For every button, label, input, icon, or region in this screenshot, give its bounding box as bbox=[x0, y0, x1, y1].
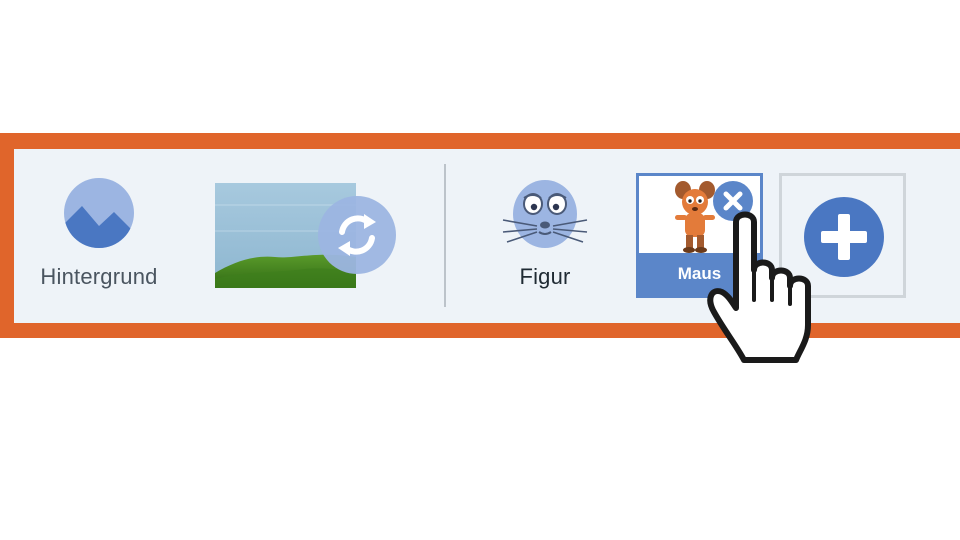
toolbar-divider bbox=[444, 164, 446, 307]
mouse-face-icon bbox=[502, 180, 588, 248]
refresh-background-button[interactable] bbox=[318, 196, 396, 274]
background-tool-label: Hintergrund bbox=[40, 264, 158, 289]
hand-pointer-icon bbox=[707, 211, 811, 363]
stage: Hintergrund Figur Maus bbox=[0, 0, 960, 540]
background-tool-button[interactable]: Hintergrund bbox=[30, 176, 168, 296]
landscape-icon bbox=[64, 178, 134, 248]
figure-tool-label: Figur bbox=[519, 264, 571, 289]
figure-tool-button[interactable]: Figur bbox=[490, 176, 600, 296]
refresh-icon bbox=[318, 196, 396, 274]
